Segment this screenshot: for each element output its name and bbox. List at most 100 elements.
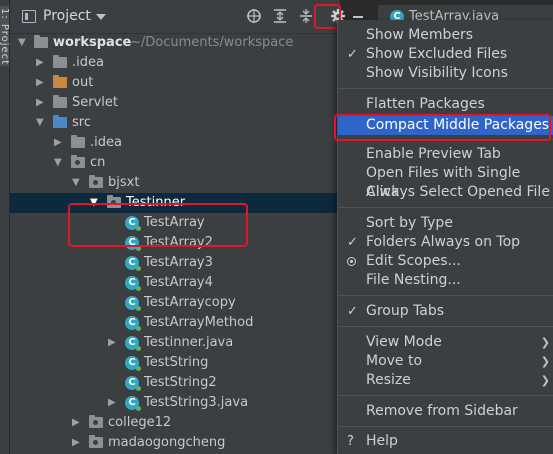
tree-row-src[interactable]: ▼ src — [10, 113, 340, 133]
tree-item-label: cn — [90, 155, 106, 170]
tree-row-teststring2[interactable]: C TestString2 — [10, 373, 340, 393]
chevron-right-icon[interactable]: ▶ — [72, 413, 84, 433]
expand-all-icon[interactable] — [272, 8, 288, 24]
tree-row-idea[interactable]: ▶ .idea — [10, 53, 340, 73]
tree-row-testarraymethod[interactable]: C TestArrayMethod — [10, 313, 340, 333]
menu-item-edit-scopes[interactable]: Edit Scopes... — [338, 252, 553, 271]
menu-item-move-to[interactable]: Move to ❯ — [338, 352, 553, 371]
chevron-right-icon[interactable]: ▶ — [36, 73, 48, 93]
tree-row-college12[interactable]: ▶ college12 — [10, 413, 340, 433]
tree-item-label: out — [72, 75, 94, 90]
java-class-icon: C — [125, 316, 141, 331]
submenu-arrow-icon: ❯ — [540, 336, 550, 349]
tree-item-label: workspace — [53, 35, 132, 50]
tree-row-bjsxt[interactable]: ▼ bjsxt — [10, 173, 340, 193]
help-icon: ? — [347, 434, 354, 449]
chevron-down-icon[interactable]: ▼ — [54, 153, 66, 173]
chevron-right-icon[interactable]: ▶ — [36, 93, 48, 113]
menu-item-label: View Mode — [366, 334, 442, 350]
menu-item-file-nesting[interactable]: File Nesting... — [338, 271, 553, 290]
menu-item-always-select-opened[interactable]: Always Select Opened File — [338, 183, 553, 202]
menu-item-sort-by-type[interactable]: Sort by Type — [338, 214, 553, 233]
chevron-down-icon[interactable] — [96, 14, 106, 20]
tree-item-label: TestArray3 — [144, 255, 213, 270]
menu-item-group-tabs[interactable]: ✓ Group Tabs — [338, 302, 553, 321]
project-tree: ▼ workspace ~/Documents/workspace ▶ .ide… — [10, 33, 340, 454]
tree-row-servlet[interactable]: ▶ Servlet — [10, 93, 340, 113]
tree-item-label: .idea — [72, 55, 104, 70]
tree-item-label: Servlet — [72, 95, 118, 110]
menu-item-resize[interactable]: Resize ❯ — [338, 371, 553, 390]
menu-item-flatten-packages[interactable]: Flatten Packages — [338, 95, 553, 114]
menu-item-label: Show Visibility Icons — [366, 65, 508, 81]
source-folder-icon — [53, 115, 67, 128]
tree-row-madaogongcheng[interactable]: ▶ madaogongcheng — [10, 433, 340, 453]
chevron-right-icon[interactable]: ▶ — [108, 333, 120, 353]
tree-row-testarray4[interactable]: C TestArray4 — [10, 273, 340, 293]
java-class-icon: C — [125, 376, 141, 391]
tree-item-label: Testinner.java — [144, 335, 234, 350]
chevron-right-icon[interactable]: ▶ — [36, 53, 48, 73]
folder-icon — [71, 135, 85, 148]
package-icon — [89, 175, 103, 188]
java-class-icon: C — [125, 296, 141, 311]
java-class-icon: C — [125, 256, 141, 271]
tree-item-path-hint: ~/Documents/workspace — [130, 35, 294, 50]
project-view-title[interactable]: Project — [43, 8, 91, 24]
gear-options-menu: Show Members ✓ Show Excluded Files Show V… — [337, 20, 553, 454]
menu-item-label: Flatten Packages — [366, 96, 485, 112]
menu-item-help[interactable]: ? Help — [338, 432, 553, 451]
menu-item-view-mode[interactable]: View Mode ❯ — [338, 333, 553, 352]
menu-item-label: Move to — [366, 353, 423, 369]
java-class-icon: C — [125, 276, 141, 291]
tree-item-label: src — [72, 115, 91, 130]
menu-item-label: Enable Preview Tab — [366, 146, 501, 162]
menu-item-folders-always-on-top[interactable]: ✓ Folders Always on Top — [338, 233, 553, 252]
menu-item-label: Always Select Opened File — [366, 184, 550, 200]
tree-item-label: TestArraycopy — [144, 295, 236, 310]
menu-item-label: Show Members — [366, 27, 474, 43]
menu-separator — [338, 295, 553, 296]
menu-item-show-visibility-icons[interactable]: Show Visibility Icons — [338, 64, 553, 83]
menu-item-remove-from-sidebar[interactable]: Remove from Sidebar — [338, 402, 553, 421]
folder-icon — [53, 55, 67, 68]
package-icon — [71, 155, 85, 168]
tree-row-testarraycopy[interactable]: C TestArraycopy — [10, 293, 340, 313]
minimize-icon[interactable] — [353, 16, 363, 18]
chevron-down-icon[interactable]: ▼ — [18, 33, 30, 53]
project-tool-tab-label: 1: Project — [0, 8, 10, 66]
menu-item-open-single-click[interactable]: Open Files with Single Click — [338, 164, 553, 200]
chevron-down-icon[interactable]: ▼ — [36, 113, 48, 133]
tree-row-workspace[interactable]: ▼ workspace ~/Documents/workspace — [10, 33, 340, 53]
menu-item-enable-preview-tab[interactable]: Enable Preview Tab — [338, 145, 553, 164]
chevron-right-icon[interactable]: ▶ — [54, 133, 66, 153]
menu-item-show-excluded-files[interactable]: ✓ Show Excluded Files — [338, 45, 553, 64]
menu-item-label: File Nesting... — [366, 272, 461, 288]
tree-row-out[interactable]: ▶ out — [10, 73, 340, 93]
tree-row-testarray3[interactable]: C TestArray3 — [10, 253, 340, 273]
menu-item-label: Edit Scopes... — [366, 253, 461, 269]
tree-row-src-idea[interactable]: ▶ .idea — [10, 133, 340, 153]
tree-row-teststring3-java[interactable]: ▶ C TestString3.java — [10, 393, 340, 413]
tree-row-testinner-java[interactable]: ▶ C Testinner.java — [10, 333, 340, 353]
left-tool-stripe: 1: Project — [0, 0, 10, 454]
chevron-down-icon[interactable]: ▼ — [72, 173, 84, 193]
menu-item-label: Show Excluded Files — [366, 46, 508, 62]
project-view-icon — [22, 10, 36, 23]
tree-item-label: madaogongcheng — [108, 435, 226, 450]
collapse-all-icon[interactable] — [298, 8, 314, 24]
tree-item-label: TestString — [144, 355, 209, 370]
chevron-right-icon[interactable]: ▶ — [108, 393, 120, 413]
tree-item-label: TestArray4 — [144, 275, 213, 290]
radio-icon — [347, 257, 356, 266]
tree-item-label: .idea — [90, 135, 122, 150]
package-icon — [89, 435, 103, 448]
menu-item-show-members[interactable]: Show Members — [338, 26, 553, 45]
project-toolbar: Project — [10, 0, 345, 34]
tree-row-teststring[interactable]: C TestString — [10, 353, 340, 373]
crosshair-icon[interactable] — [246, 8, 262, 24]
checkmark-icon: ✓ — [347, 47, 358, 62]
chevron-right-icon[interactable]: ▶ — [72, 433, 84, 453]
tree-row-cn[interactable]: ▼ cn — [10, 153, 340, 173]
folder-icon — [34, 35, 48, 48]
